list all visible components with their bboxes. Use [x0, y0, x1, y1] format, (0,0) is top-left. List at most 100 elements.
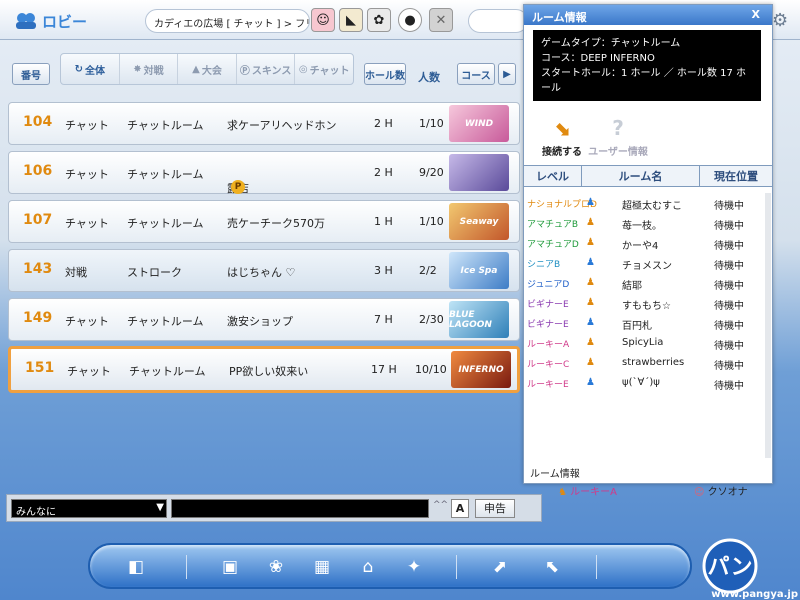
dock-divider: [186, 555, 187, 579]
versus-icon: ✸: [133, 63, 142, 75]
chat-input[interactable]: [171, 499, 429, 518]
player-row[interactable]: アマチュアD ♟ かーや4 待機中: [524, 233, 772, 253]
my-room-icon[interactable]: ⌂: [354, 554, 382, 580]
room-details: ゲームタイプ：チャットルーム コース：DEEP INFERNO スタートホール：…: [533, 30, 761, 101]
player-row[interactable]: ビギナーE ♟ 百円札 待機中: [524, 313, 772, 333]
character-avatar-icon[interactable]: ☺: [311, 8, 335, 32]
next-arrow-button[interactable]: ▶: [498, 63, 516, 85]
sort-number-button[interactable]: 番号: [12, 63, 50, 85]
bottom-dock: ◧ ▣ ❀ ▦ ⌂ ✦ ⬈ ⬉: [88, 543, 692, 589]
people-column-header[interactable]: 人数: [418, 69, 440, 85]
dock-divider: [596, 555, 597, 579]
chat-bar: みんなに ▼ ^^ A 申告: [6, 494, 542, 522]
room-row[interactable]: 143 対戦 ストローク はじちゃん ♡ 3 H 2/2 Ice Spa: [8, 249, 520, 292]
golfer-icon: ♟: [586, 297, 595, 308]
join-button[interactable]: ⬊ 接続する: [532, 113, 592, 165]
ball-icon[interactable]: ●: [398, 8, 422, 32]
pang-coin-icon: P: [231, 180, 245, 194]
course-thumbnail: INFERNO: [451, 351, 511, 388]
player-row[interactable]: ルーキーA ♟ SpicyLia 待機中: [524, 333, 772, 353]
svg-text:パン: パン: [707, 555, 752, 580]
course-thumbnail: Seaway: [449, 203, 509, 240]
chat-icon: ◎: [298, 63, 308, 75]
player-row[interactable]: アマチュアB ♟ 苺一枝。 待機中: [524, 213, 772, 233]
room-row[interactable]: 106 チャット チャットルーム 露店P 2 H 9/20: [8, 151, 520, 195]
emote-button[interactable]: ^^: [433, 500, 448, 510]
golfer-icon: ♟: [586, 217, 595, 228]
player-row[interactable]: ナショナルプロD ♟ 超極太むすこ 待機中: [524, 193, 772, 213]
tab-tournament[interactable]: ▲ 大会: [178, 54, 237, 84]
tab-all[interactable]: ↻ 全体: [61, 54, 120, 84]
panel-footer: ルーム情報: [530, 469, 580, 480]
shop-icon[interactable]: ▣: [216, 554, 244, 580]
lobby-player-level: ♞ ルーキーA: [558, 487, 617, 498]
user-info-button[interactable]: ? ユーザー情報: [588, 113, 648, 165]
course-thumbnail: BLUE LAGOON: [449, 301, 509, 338]
column-name[interactable]: ルーム名: [582, 166, 700, 186]
golfer-icon: ♟: [586, 257, 595, 268]
tab-chat[interactable]: ◎ チャット: [295, 54, 353, 84]
player-row[interactable]: ルーキーC ♟ strawberries 待機中: [524, 353, 772, 373]
locker-icon[interactable]: ▦: [308, 554, 336, 580]
user-question-icon: ?: [612, 116, 624, 140]
create-room-icon[interactable]: ⬉: [538, 554, 566, 580]
gift-icon[interactable]: ❀: [262, 554, 290, 580]
caddie-icon[interactable]: ◣: [339, 8, 363, 32]
pangya-logo: パン www.pangya.jp: [702, 538, 798, 600]
player-row[interactable]: ルーキーE ♟ ψ(`∀´)ψ 待機中: [524, 373, 772, 393]
tournament-icon: ▲: [192, 63, 200, 75]
gear-icon[interactable]: ⚙: [772, 10, 788, 31]
player-list: ナショナルプロD ♟ 超極太むすこ 待機中 アマチュアB ♟ 苺一枝。 待機中 アマチュアD…: [524, 193, 772, 393]
column-level[interactable]: レベル: [524, 166, 582, 186]
chat-target-select[interactable]: みんなに ▼: [11, 499, 167, 518]
column-location[interactable]: 現在位置: [700, 166, 772, 186]
exit-door-icon[interactable]: ◧: [122, 554, 150, 580]
filter-bar: 番号 ↻ 全体 ✸ 対戦 ▲ 大会 Ⓟ スキンス ◎ チャット ホール数 人数 コース ▶: [6, 53, 520, 91]
page-title: ロビー: [42, 13, 88, 31]
search-field[interactable]: [468, 9, 528, 33]
course-thumbnail: Ice Spa: [449, 252, 509, 289]
tab-versus[interactable]: ✸ 対戦: [120, 54, 179, 84]
card-icon[interactable]: ✦: [400, 554, 428, 580]
golfer-icon: ♞: [558, 487, 567, 498]
golfer-icon: ♟: [586, 317, 595, 328]
lobby-player-name: ☺ クソオナ: [694, 487, 748, 498]
join-room-icon[interactable]: ⬈: [486, 554, 514, 580]
chevron-down-icon: ▼: [156, 502, 164, 513]
sort-holes-button[interactable]: ホール数: [364, 63, 406, 85]
course-thumbnail: [449, 154, 509, 191]
skins-icon: Ⓟ: [239, 65, 250, 77]
svg-text:www.pangya.jp: www.pangya.jp: [711, 589, 798, 600]
close-icon[interactable]: X: [752, 8, 760, 21]
panel-titlebar: ルーム情報 X: [524, 5, 772, 25]
player-list-scrollbar[interactable]: [765, 193, 771, 458]
room-row-selected[interactable]: 151 チャット チャットルーム PP欲しい奴来い 17 H 10/10 INF…: [8, 346, 520, 393]
location-breadcrumb: カディエの広場 [ チャット ] > フリーマ: [145, 9, 310, 33]
golfer-icon: ♟: [586, 237, 595, 248]
player-row[interactable]: シニアB ♟ チョメスン 待機中: [524, 253, 772, 273]
player-row[interactable]: ジュニアD ♟ 結耶 待機中: [524, 273, 772, 293]
golfer-icon: ♟: [586, 377, 595, 388]
club-icon[interactable]: ✿: [367, 8, 391, 32]
sort-course-button[interactable]: コース: [457, 63, 495, 85]
golfer-icon: ♟: [586, 197, 595, 208]
golfer-icon: ♟: [586, 357, 595, 368]
room-row[interactable]: 149 チャット チャットルーム 激安ショップ 7 H 2/30 BLUE LA…: [8, 298, 520, 341]
dock-divider: [456, 555, 457, 579]
golfer-icon: ♟: [586, 337, 595, 348]
refresh-icon: ↻: [74, 63, 83, 75]
room-info-panel: ルーム情報 X ゲームタイプ：チャットルーム コース：DEEP INFERNO ス…: [523, 4, 773, 484]
face-icon: ☺: [694, 487, 705, 498]
player-table-header: レベル ルーム名 現在位置: [524, 165, 772, 187]
tab-skins[interactable]: Ⓟ スキンス: [237, 54, 296, 84]
room-row[interactable]: 104 チャット チャットルーム 求ケーアリヘッドホン 2 H 1/10 WIN…: [8, 102, 520, 145]
room-row[interactable]: 107 チャット チャットルーム 売ケーチーク570万 1 H 1/10 Sea…: [8, 200, 520, 243]
join-arrow-icon: ⬊: [553, 116, 571, 140]
report-button[interactable]: 申告: [475, 499, 515, 518]
player-row[interactable]: ビギナーE ♟ すももち☆ 待機中: [524, 293, 772, 313]
text-format-button[interactable]: A: [451, 499, 469, 518]
golfer-icon: ♟: [586, 277, 595, 288]
close-icon[interactable]: ✕: [429, 8, 453, 32]
mode-filter-tabs: ↻ 全体 ✸ 対戦 ▲ 大会 Ⓟ スキンス ◎ チャット: [60, 53, 354, 85]
course-thumbnail: WIND: [449, 105, 509, 142]
